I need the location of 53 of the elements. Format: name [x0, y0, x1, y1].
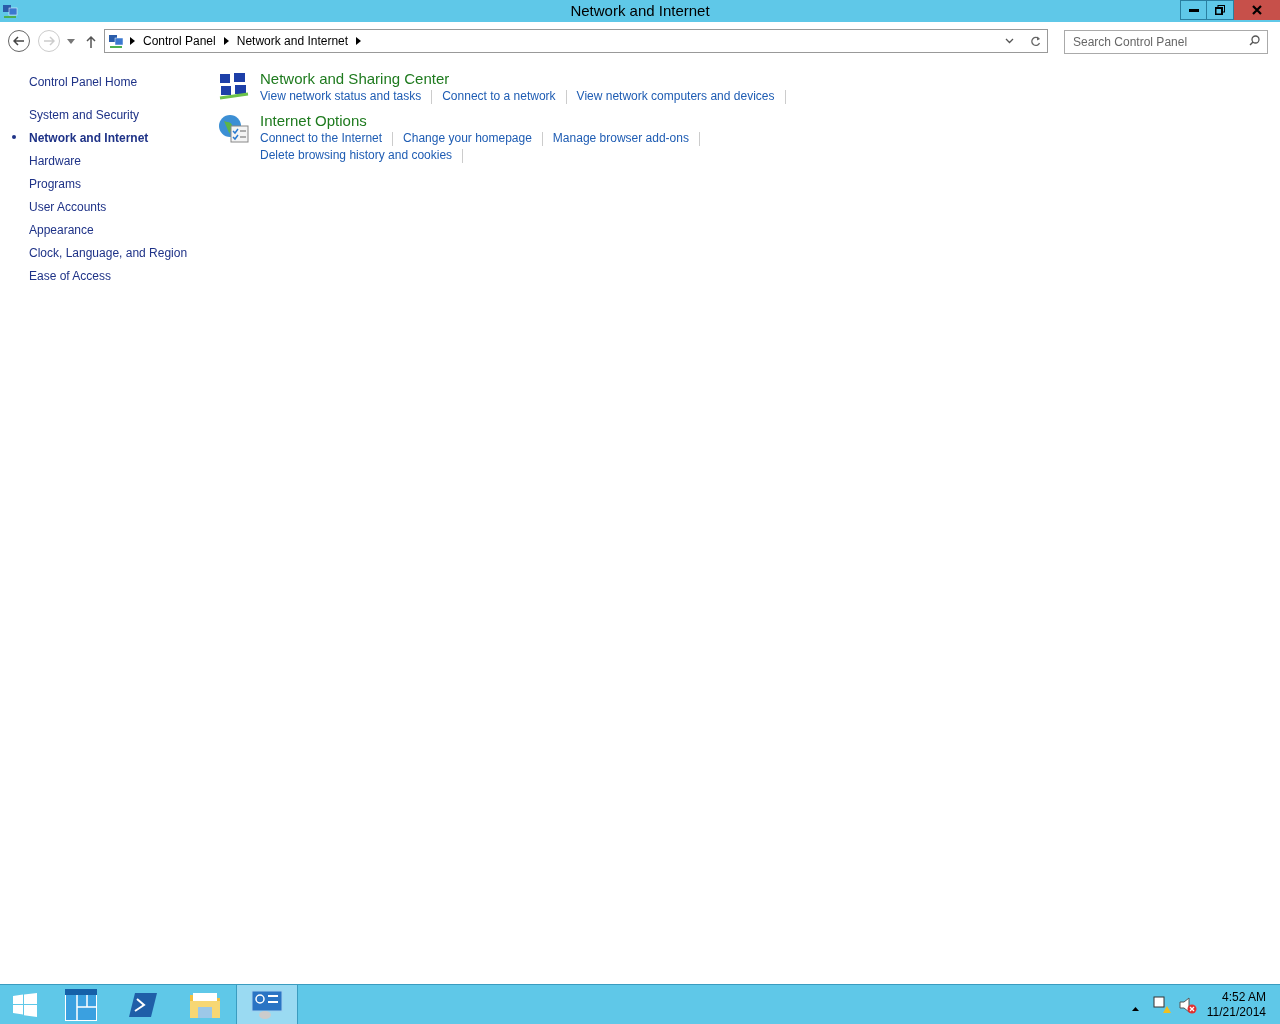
- sidebar-link[interactable]: Network and Internet: [29, 129, 149, 147]
- network-monitors-icon: [108, 33, 124, 49]
- show-hidden-icons-caret-icon[interactable]: [1131, 1006, 1139, 1011]
- folder-icon: [189, 990, 221, 1019]
- minimize-button[interactable]: [1180, 0, 1207, 20]
- window-title: Network and Internet: [570, 0, 710, 21]
- forward-arrow-icon: [43, 36, 55, 46]
- speaker-muted-icon[interactable]: [1178, 995, 1197, 1014]
- task-link[interactable]: Connect to the Internet: [260, 130, 383, 147]
- dropdown-chevron-icon[interactable]: [1005, 38, 1014, 44]
- breadcrumb[interactable]: Network and Internet: [234, 32, 351, 50]
- category-link[interactable]: Internet Options: [260, 111, 820, 130]
- sidebar-link[interactable]: Ease of Access: [29, 267, 112, 285]
- search-field[interactable]: Search Control Panel: [1064, 30, 1268, 54]
- clock-time[interactable]: 4:52 AM: [1221, 989, 1266, 1005]
- task-link[interactable]: Manage browser add-ons: [552, 130, 689, 147]
- back-arrow-icon: [13, 36, 25, 46]
- sidebar-link[interactable]: Hardware: [29, 152, 82, 170]
- restore-icon: [1215, 5, 1225, 15]
- task-link[interactable]: Change your homepage: [403, 130, 532, 147]
- task-link[interactable]: Connect to a network: [442, 88, 556, 105]
- globe-checklist-icon: [218, 113, 250, 145]
- close-icon: [1252, 5, 1262, 15]
- windows-logo-icon: [13, 992, 37, 1017]
- network-monitors-icon: [2, 3, 18, 19]
- clock-date[interactable]: 11/21/2014: [1206, 1004, 1266, 1020]
- chevron-icon[interactable]: [223, 37, 229, 45]
- sidebar-link[interactable]: System and Security: [29, 106, 140, 124]
- category-link[interactable]: Network and Sharing Center: [260, 69, 820, 88]
- chevron-icon[interactable]: [130, 37, 135, 45]
- search-icon: [1249, 35, 1260, 46]
- caret-icon: [67, 38, 75, 44]
- close-button[interactable]: [1234, 0, 1280, 20]
- task-link[interactable]: View network status and tasks: [260, 88, 422, 105]
- chevron-icon[interactable]: [356, 37, 362, 45]
- refresh-icon[interactable]: [1030, 35, 1041, 47]
- sidebar-link[interactable]: Clock, Language, and Region: [29, 244, 188, 262]
- address-bar[interactable]: Control Panel Network and Internet: [104, 29, 1048, 53]
- sidebar-link[interactable]: Programs: [29, 175, 81, 193]
- sidebar-link[interactable]: User Accounts: [29, 198, 107, 216]
- task-link[interactable]: Delete browsing history and cookies: [260, 147, 453, 164]
- up-arrow-icon: [86, 34, 96, 48]
- dashboard-tiles-icon: [65, 988, 97, 1021]
- control-panel-icon: [251, 989, 283, 1020]
- restore-button[interactable]: [1207, 0, 1234, 20]
- taskbar-app-button[interactable]: [236, 985, 298, 1024]
- sidebar-link[interactable]: Appearance: [29, 221, 94, 239]
- task-link[interactable]: View network computers and devices: [576, 88, 775, 105]
- breadcrumb[interactable]: Control Panel: [141, 32, 218, 50]
- terminal-prompt-icon: [129, 992, 157, 1017]
- sidebar-link[interactable]: Control Panel Home: [29, 73, 215, 96]
- minimize-icon: [1188, 8, 1199, 12]
- network-warning-icon[interactable]: [1152, 995, 1171, 1014]
